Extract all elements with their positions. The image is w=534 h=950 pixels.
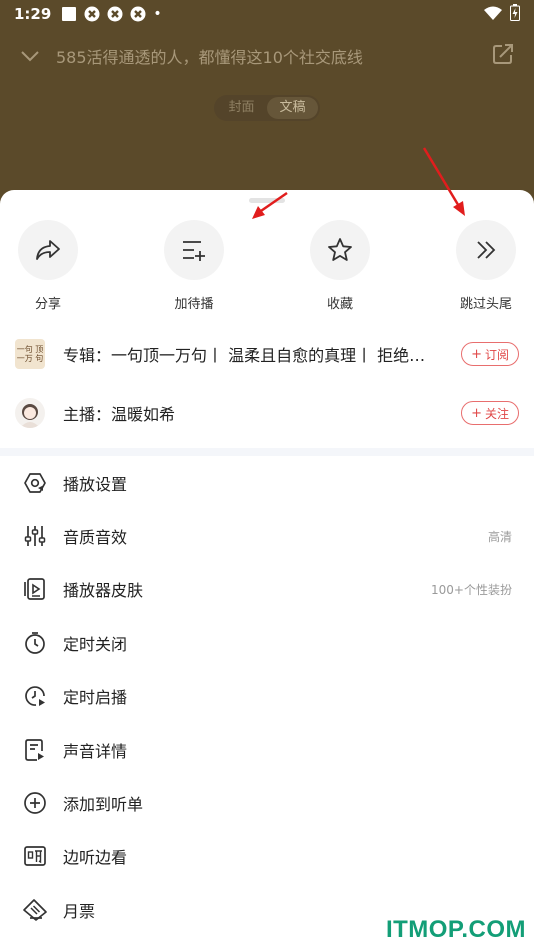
play-settings-icon (22, 470, 48, 496)
app-notification-icon (84, 6, 100, 22)
album-row[interactable]: 一句 顶一万 句 专辑：一句顶一万句丨 温柔且自愈的真理丨 拒绝… + 订阅 (0, 329, 534, 379)
share-icon (18, 220, 78, 280)
player-background: 1:29 • 585活得通透的人，都懂得这10个社交底线 封面 文稿 (0, 0, 534, 210)
album-cover: 一句 顶一万 句 (15, 339, 45, 369)
battery-icon (510, 3, 520, 25)
favorite-button[interactable]: 收藏 (295, 220, 385, 312)
player-skin-icon (22, 576, 48, 602)
menu-play-settings[interactable]: 播放设置 (0, 456, 534, 509)
section-divider (0, 448, 534, 456)
header-row: 585活得通透的人，都懂得这10个社交底线 (0, 38, 534, 74)
host-name: 主播：温暖如希 (63, 405, 176, 424)
add-playlist-icon (22, 790, 48, 816)
equalizer-icon (22, 523, 48, 549)
drag-handle[interactable] (249, 198, 285, 203)
status-right (484, 3, 520, 25)
menu-sleep-timer[interactable]: 定时关闭 (0, 616, 534, 669)
menu-label: 边听边看 (63, 848, 128, 868)
menu-label: 播放设置 (63, 474, 128, 494)
menu-label: 月票 (63, 901, 96, 921)
notification-square-icon (61, 6, 77, 22)
menu-label: 声音详情 (63, 741, 128, 761)
album-name: 专辑：一句顶一万句丨 温柔且自愈的真理丨 拒绝… (63, 346, 426, 365)
skip-intro-icon (456, 220, 516, 280)
track-title: 585活得通透的人，都懂得这10个社交底线 (56, 48, 363, 67)
host-row[interactable]: 主播：温暖如希 + 关注 (0, 388, 534, 438)
menu-player-skin[interactable]: 播放器皮肤 100+个性装扮 (0, 563, 534, 616)
follow-label: 关注 (484, 406, 509, 421)
wifi-icon (484, 5, 502, 24)
add-to-queue-label: 加待播 (174, 297, 214, 312)
monthly-ticket-icon (22, 897, 48, 923)
timer-icon (22, 630, 48, 656)
status-bar: 1:29 • (0, 0, 534, 28)
skip-intro-label: 跳过头尾 (459, 297, 512, 312)
skip-intro-outro-button[interactable]: 跳过头尾 (441, 220, 531, 312)
menu-label: 播放器皮肤 (63, 581, 144, 601)
watermark: ITMOP.COM (385, 916, 526, 943)
status-time: 1:29 (14, 5, 52, 23)
host-avatar (15, 398, 45, 428)
subscribe-button[interactable]: + 订阅 (461, 342, 519, 366)
star-icon (310, 220, 370, 280)
plus-icon: + (471, 346, 482, 362)
menu-listen-and-read[interactable]: 边听边看 (0, 830, 534, 883)
add-to-queue-icon (164, 220, 224, 280)
more-notifications-dot: • (153, 6, 162, 22)
tab-cover[interactable]: 封面 (216, 97, 267, 119)
listen-read-icon (22, 843, 48, 869)
options-menu: 播放设置 音质音效 高清 播放器皮肤 100+个性装扮 定时关闭 定时启播 声音… (0, 456, 534, 937)
tab-transcript[interactable]: 文稿 (267, 97, 318, 119)
menu-value: 高清 (487, 529, 512, 544)
menu-add-to-playlist[interactable]: 添加到听单 (0, 776, 534, 829)
audio-detail-icon (22, 737, 48, 763)
menu-label: 定时关闭 (63, 634, 128, 654)
more-options-sheet: 分享 加待播 收藏 跳过头尾 一句 顶一万 句 专辑：一句顶一万句丨 温柔且自愈… (0, 190, 534, 950)
timed-start-icon (22, 683, 48, 709)
app-notification-icon (130, 6, 146, 22)
share-label: 分享 (34, 297, 61, 312)
menu-audio-details[interactable]: 声音详情 (0, 723, 534, 776)
menu-timed-start[interactable]: 定时启播 (0, 670, 534, 723)
plus-icon: + (471, 405, 482, 421)
favorite-label: 收藏 (326, 297, 353, 312)
menu-label: 添加到听单 (63, 795, 144, 815)
menu-audio-quality[interactable]: 音质音效 高清 (0, 509, 534, 562)
edit-icon[interactable] (492, 43, 514, 69)
menu-label: 定时启播 (63, 688, 128, 708)
menu-label: 音质音效 (63, 528, 128, 548)
view-toggle: 封面 文稿 (214, 95, 320, 121)
album-cover-text: 一句 顶一万 句 (16, 345, 44, 363)
subscribe-label: 订阅 (484, 347, 509, 362)
app-notification-icon (107, 6, 123, 22)
quick-actions: 分享 加待播 收藏 跳过头尾 (0, 220, 534, 312)
collapse-chevron-icon[interactable] (20, 47, 40, 66)
follow-button[interactable]: + 关注 (461, 401, 519, 425)
menu-value: 100+个性装扮 (431, 582, 512, 597)
share-button[interactable]: 分享 (3, 220, 93, 312)
add-to-queue-button[interactable]: 加待播 (149, 220, 239, 312)
